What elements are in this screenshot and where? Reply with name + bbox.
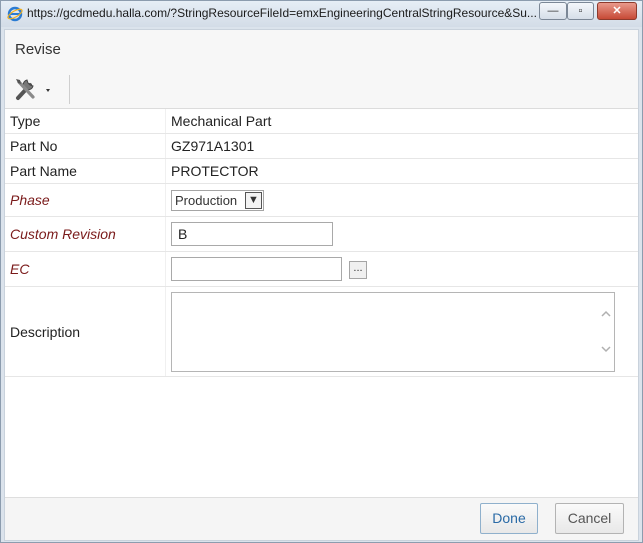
dialog-header: Revise bbox=[5, 30, 638, 71]
toolbar bbox=[5, 70, 638, 109]
close-window-button[interactable]: ✕ bbox=[597, 2, 637, 20]
dialog-title: Revise bbox=[15, 41, 61, 58]
part-no-label: Part No bbox=[5, 134, 165, 158]
row-type: Type Mechanical Part bbox=[5, 109, 638, 134]
browser-popup-window: https://gcdmedu.halla.com/?StringResourc… bbox=[0, 0, 643, 543]
part-no-value-cell: GZ971A1301 bbox=[165, 134, 638, 158]
row-description: Description bbox=[5, 287, 638, 377]
actions-menu-button[interactable] bbox=[11, 74, 59, 104]
ec-chooser-button[interactable]: ... bbox=[349, 261, 367, 279]
row-part-name: Part Name PROTECTOR bbox=[5, 159, 638, 184]
internet-explorer-icon bbox=[7, 6, 23, 22]
ec-label: EC bbox=[5, 252, 165, 286]
scroll-up-icon[interactable] bbox=[601, 309, 611, 319]
part-no-value: GZ971A1301 bbox=[171, 138, 255, 154]
type-label: Type bbox=[5, 109, 165, 133]
revise-form: Type Mechanical Part Part No GZ971A1301 … bbox=[5, 109, 638, 377]
row-part-no: Part No GZ971A1301 bbox=[5, 134, 638, 159]
done-button[interactable]: Done bbox=[480, 503, 538, 534]
window-url: https://gcdmedu.halla.com/?StringResourc… bbox=[27, 6, 537, 20]
ec-input[interactable] bbox=[171, 257, 342, 281]
description-textarea[interactable] bbox=[171, 292, 615, 372]
type-value-cell: Mechanical Part bbox=[165, 109, 638, 133]
description-value-cell bbox=[165, 287, 638, 376]
part-name-label: Part Name bbox=[5, 159, 165, 183]
revise-dialog: Revise Type Mechanical Part Part No GZ97… bbox=[4, 29, 639, 541]
title-bar: https://gcdmedu.halla.com/?StringResourc… bbox=[1, 1, 642, 27]
row-ec: EC ... bbox=[5, 252, 638, 287]
phase-select[interactable]: Production ▼ bbox=[171, 190, 264, 211]
custom-revision-label: Custom Revision bbox=[5, 217, 165, 251]
maximize-button[interactable]: ▫ bbox=[567, 2, 594, 20]
cancel-button[interactable]: Cancel bbox=[555, 503, 624, 534]
phase-label: Phase bbox=[5, 184, 165, 216]
description-label: Description bbox=[5, 287, 165, 376]
tools-icon bbox=[16, 79, 50, 100]
type-value: Mechanical Part bbox=[171, 113, 272, 129]
toolbar-separator bbox=[69, 75, 70, 104]
part-name-value: PROTECTOR bbox=[171, 163, 259, 179]
ec-value-cell: ... bbox=[165, 252, 638, 286]
dialog-footer: Done Cancel bbox=[5, 497, 638, 540]
row-phase: Phase Production ▼ bbox=[5, 184, 638, 217]
phase-value-cell: Production ▼ bbox=[165, 184, 638, 216]
scroll-down-icon[interactable] bbox=[601, 344, 611, 354]
chevron-down-icon[interactable]: ▼ bbox=[245, 192, 262, 209]
part-name-value-cell: PROTECTOR bbox=[165, 159, 638, 183]
custom-revision-value-cell bbox=[165, 217, 638, 251]
minimize-button[interactable]: — bbox=[539, 2, 567, 20]
custom-revision-input[interactable] bbox=[171, 222, 333, 246]
row-custom-revision: Custom Revision bbox=[5, 217, 638, 252]
phase-selected-value: Production bbox=[175, 193, 238, 208]
